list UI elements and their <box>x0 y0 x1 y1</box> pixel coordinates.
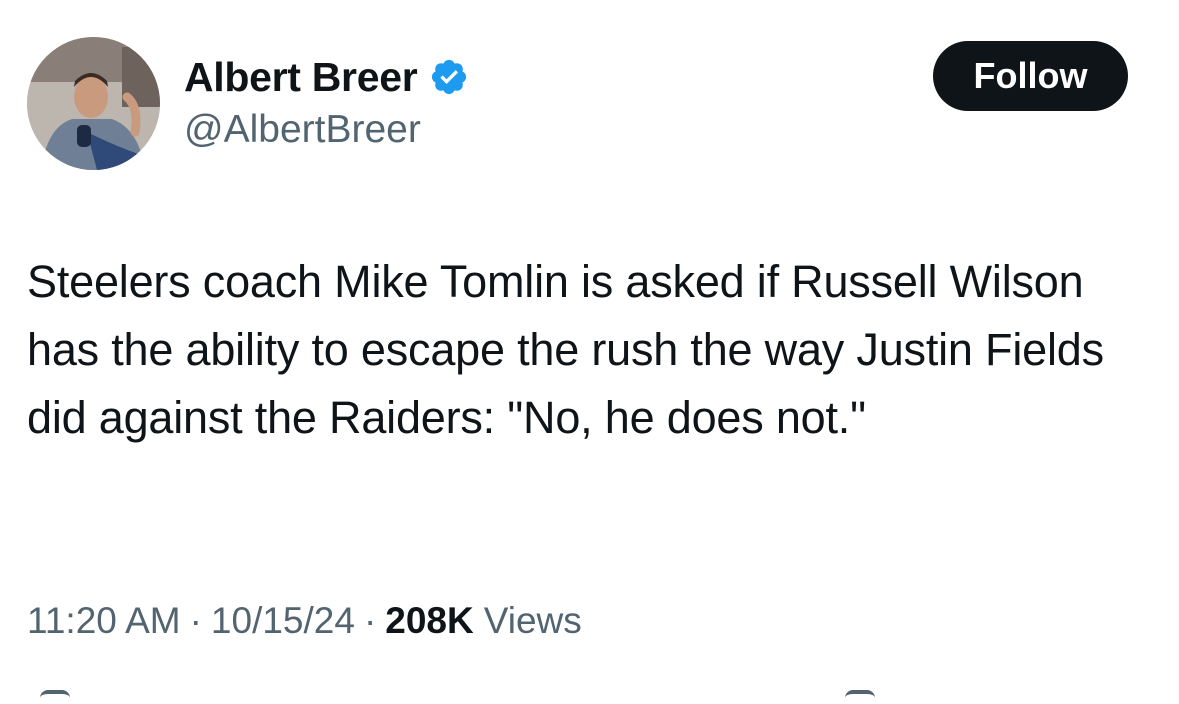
action-bar-edge-left <box>40 690 70 704</box>
author-name-row: Albert Breer <box>184 52 469 102</box>
views-label: Views <box>483 600 582 641</box>
tweet-text: Steelers coach Mike Tomlin is asked if R… <box>27 256 1104 443</box>
tweet-time[interactable]: 11:20 AM <box>27 600 181 642</box>
verified-badge-icon <box>429 57 469 97</box>
views-count[interactable]: 208K <box>385 600 473 642</box>
tweet-date[interactable]: 10/15/24 <box>211 600 355 642</box>
meta-separator: · <box>189 600 202 641</box>
author-handle[interactable]: @AlbertBreer <box>184 108 421 152</box>
action-bar-edge-right <box>845 690 875 704</box>
follow-button[interactable]: Follow <box>933 41 1128 111</box>
tweet-meta: 11:20 AM · 10/15/24 · 208K Views <box>27 600 582 642</box>
meta-separator: · <box>363 600 377 641</box>
avatar[interactable] <box>27 37 160 170</box>
author-name[interactable]: Albert Breer <box>184 54 418 101</box>
avatar-photo <box>27 37 160 170</box>
